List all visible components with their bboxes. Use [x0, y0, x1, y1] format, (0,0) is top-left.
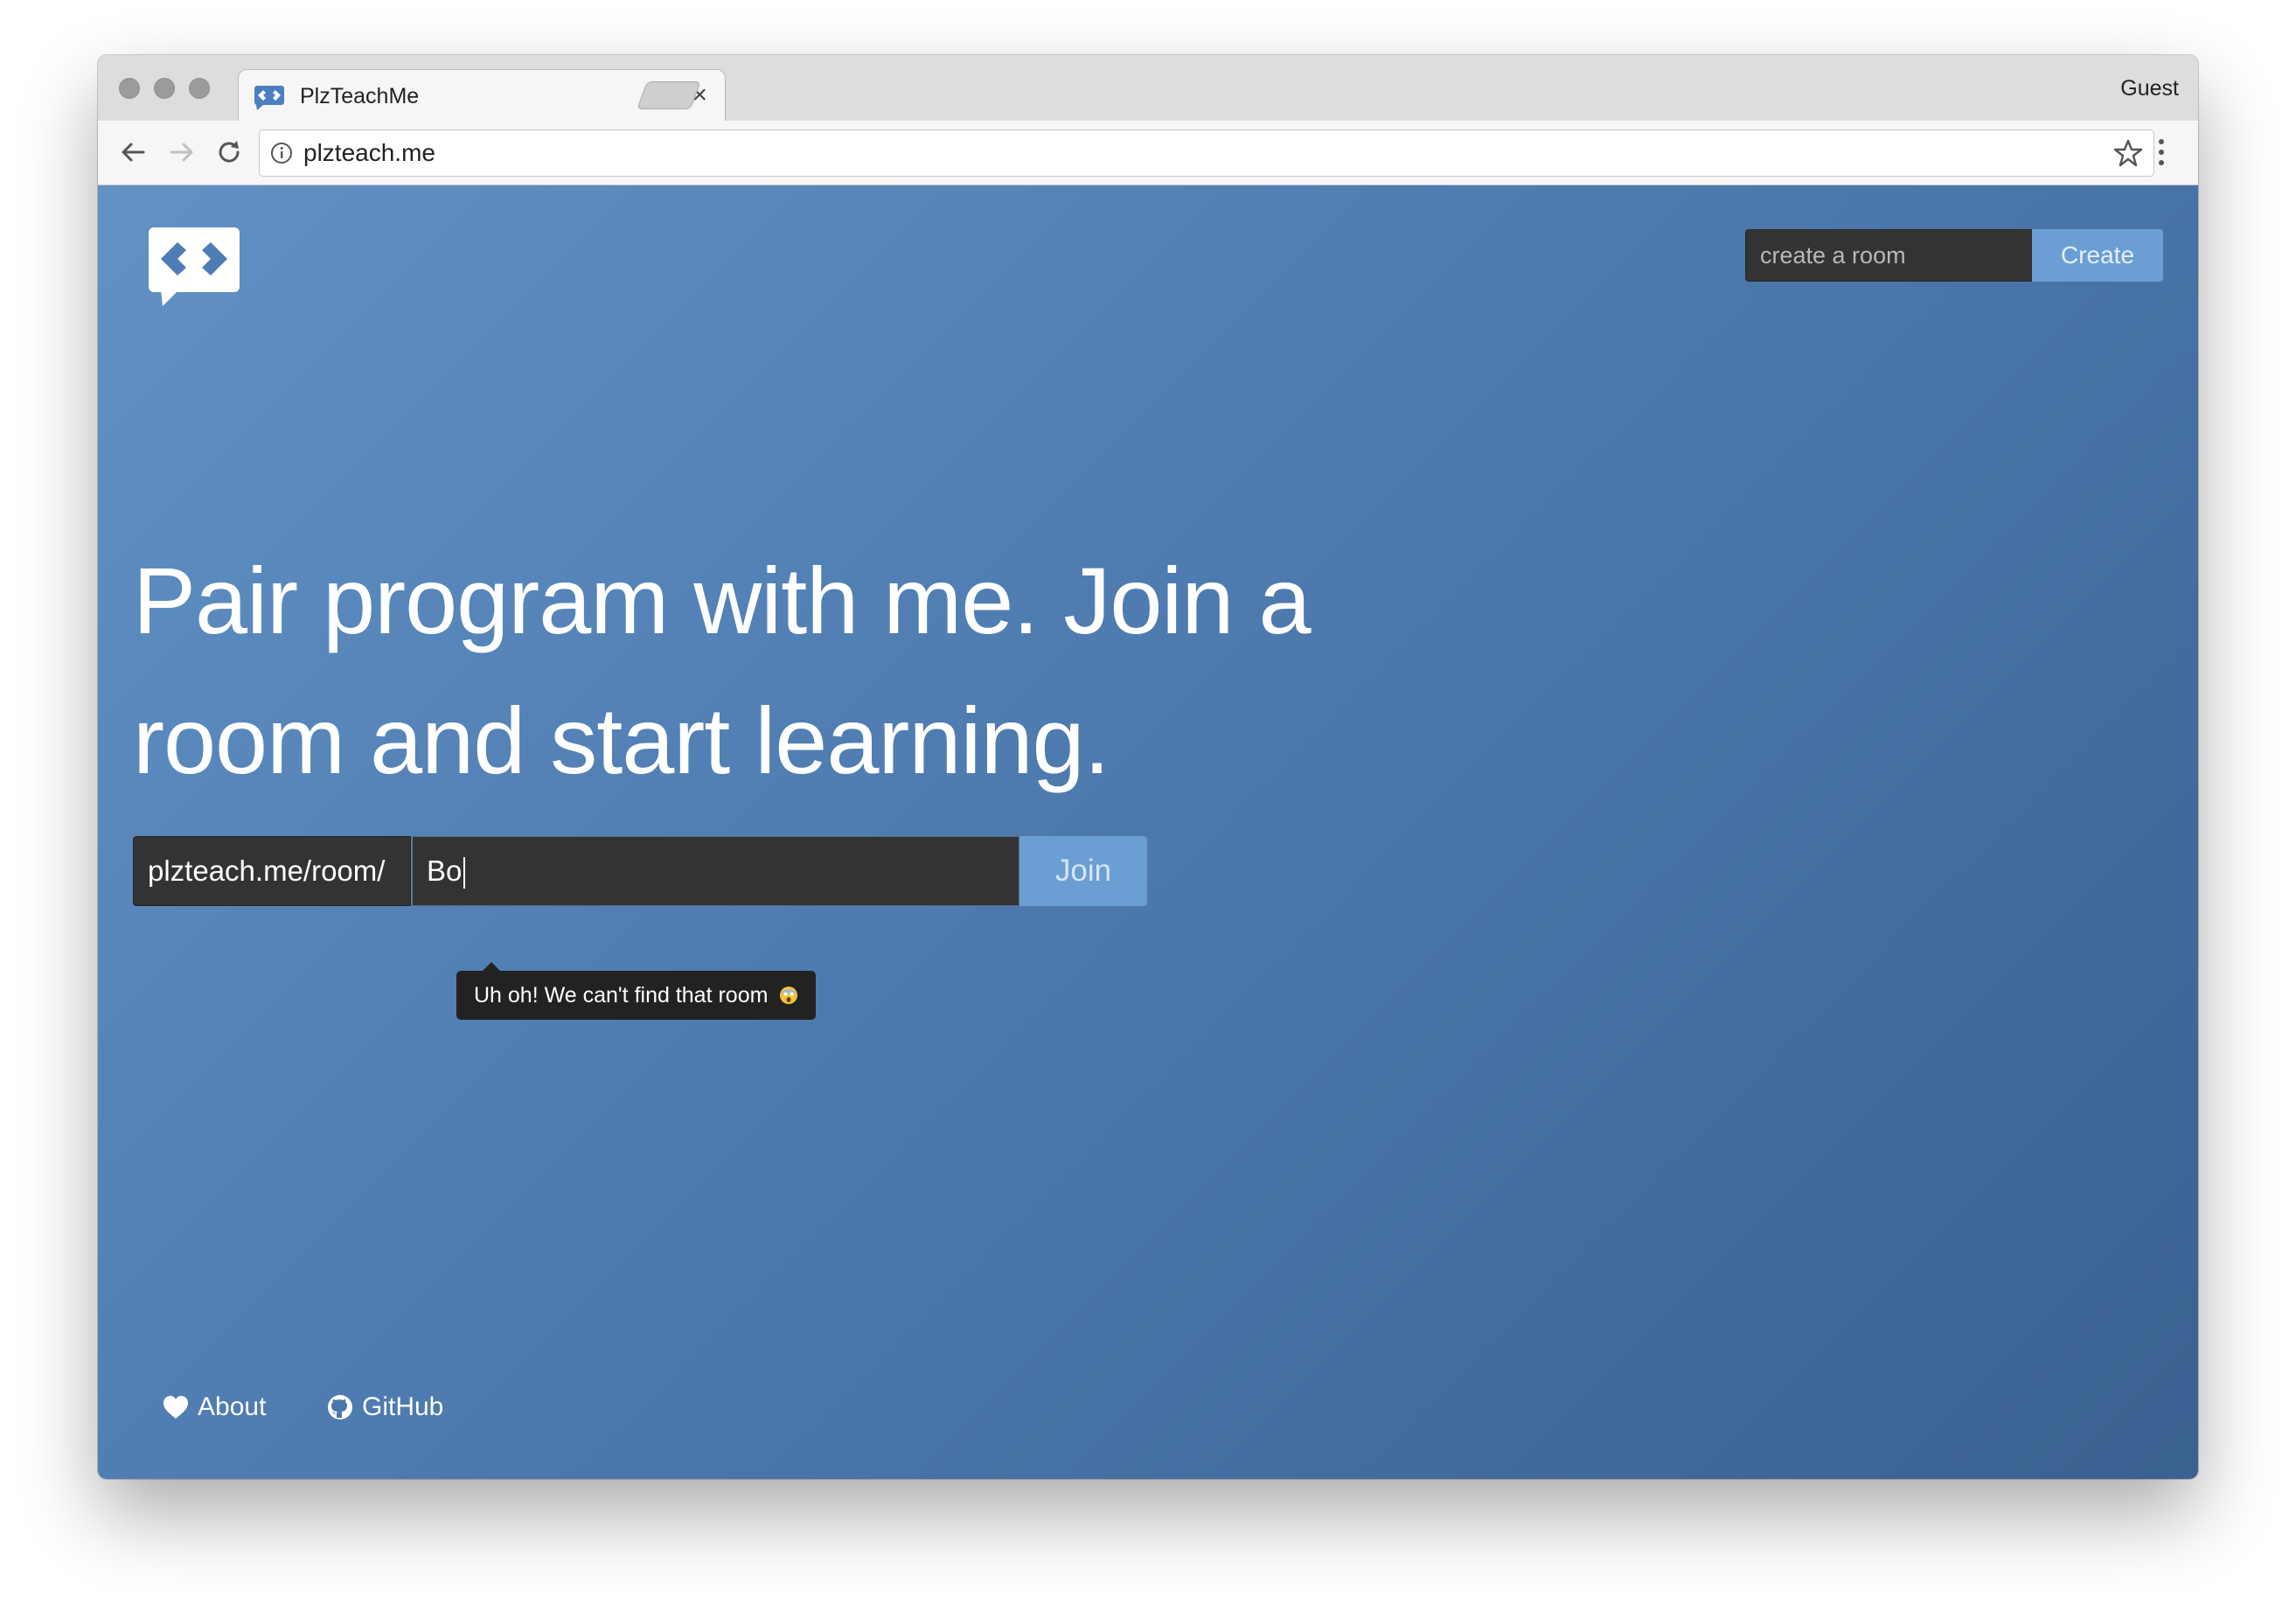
bookmark-star-icon[interactable]: [2113, 138, 2143, 168]
github-link[interactable]: GitHub: [327, 1392, 443, 1422]
room-name-input[interactable]: Bo: [411, 836, 1019, 906]
window-minimize-button[interactable]: [154, 78, 175, 99]
browser-toolbar: plzteach.me: [98, 121, 2198, 185]
room-name-value: Bo: [427, 854, 463, 887]
hero-headline: Pair program with me. Join a room and st…: [133, 547, 1312, 793]
github-icon: [328, 1395, 352, 1419]
plzteachme-logo-icon[interactable]: [149, 227, 240, 306]
profile-label[interactable]: Guest: [2120, 76, 2179, 101]
kebab-menu-icon[interactable]: [2156, 136, 2167, 168]
join-button[interactable]: Join: [1019, 836, 1147, 906]
address-bar[interactable]: plzteach.me: [259, 129, 2154, 177]
window-close-button[interactable]: [119, 78, 140, 99]
favicon-icon: [254, 86, 284, 110]
heart-icon: [164, 1396, 188, 1419]
forward-arrow-icon[interactable]: [166, 136, 198, 168]
create-button[interactable]: Create: [2032, 229, 2163, 282]
new-tab-button[interactable]: [637, 81, 701, 109]
tab-title: PlzTeachMe: [300, 84, 420, 108]
error-tooltip-text: Uh oh! We can't find that room: [474, 983, 769, 1008]
create-room-input[interactable]: [1745, 229, 2032, 282]
back-arrow-icon[interactable]: [117, 136, 149, 168]
about-label: About: [198, 1392, 267, 1421]
text-caret: [463, 857, 466, 889]
browser-window: PlzTeachMe × Guest plzteach.me create a …: [98, 55, 2198, 1479]
page-content: Create Pair program with me. Join a room…: [98, 185, 2198, 1479]
info-icon[interactable]: [270, 142, 293, 164]
screaming-face-emoji-icon: [780, 987, 798, 1004]
room-url-prefix: plzteach.me/room/: [133, 836, 411, 906]
about-link[interactable]: About: [163, 1392, 266, 1422]
error-tooltip: Uh oh! We can't find that room: [456, 962, 817, 1020]
url-text[interactable]: plzteach.me: [303, 139, 435, 167]
reload-icon[interactable]: [213, 136, 245, 168]
github-label: GitHub: [362, 1392, 444, 1421]
tab-strip: PlzTeachMe × Guest: [98, 55, 2198, 122]
window-zoom-button[interactable]: [189, 78, 210, 99]
